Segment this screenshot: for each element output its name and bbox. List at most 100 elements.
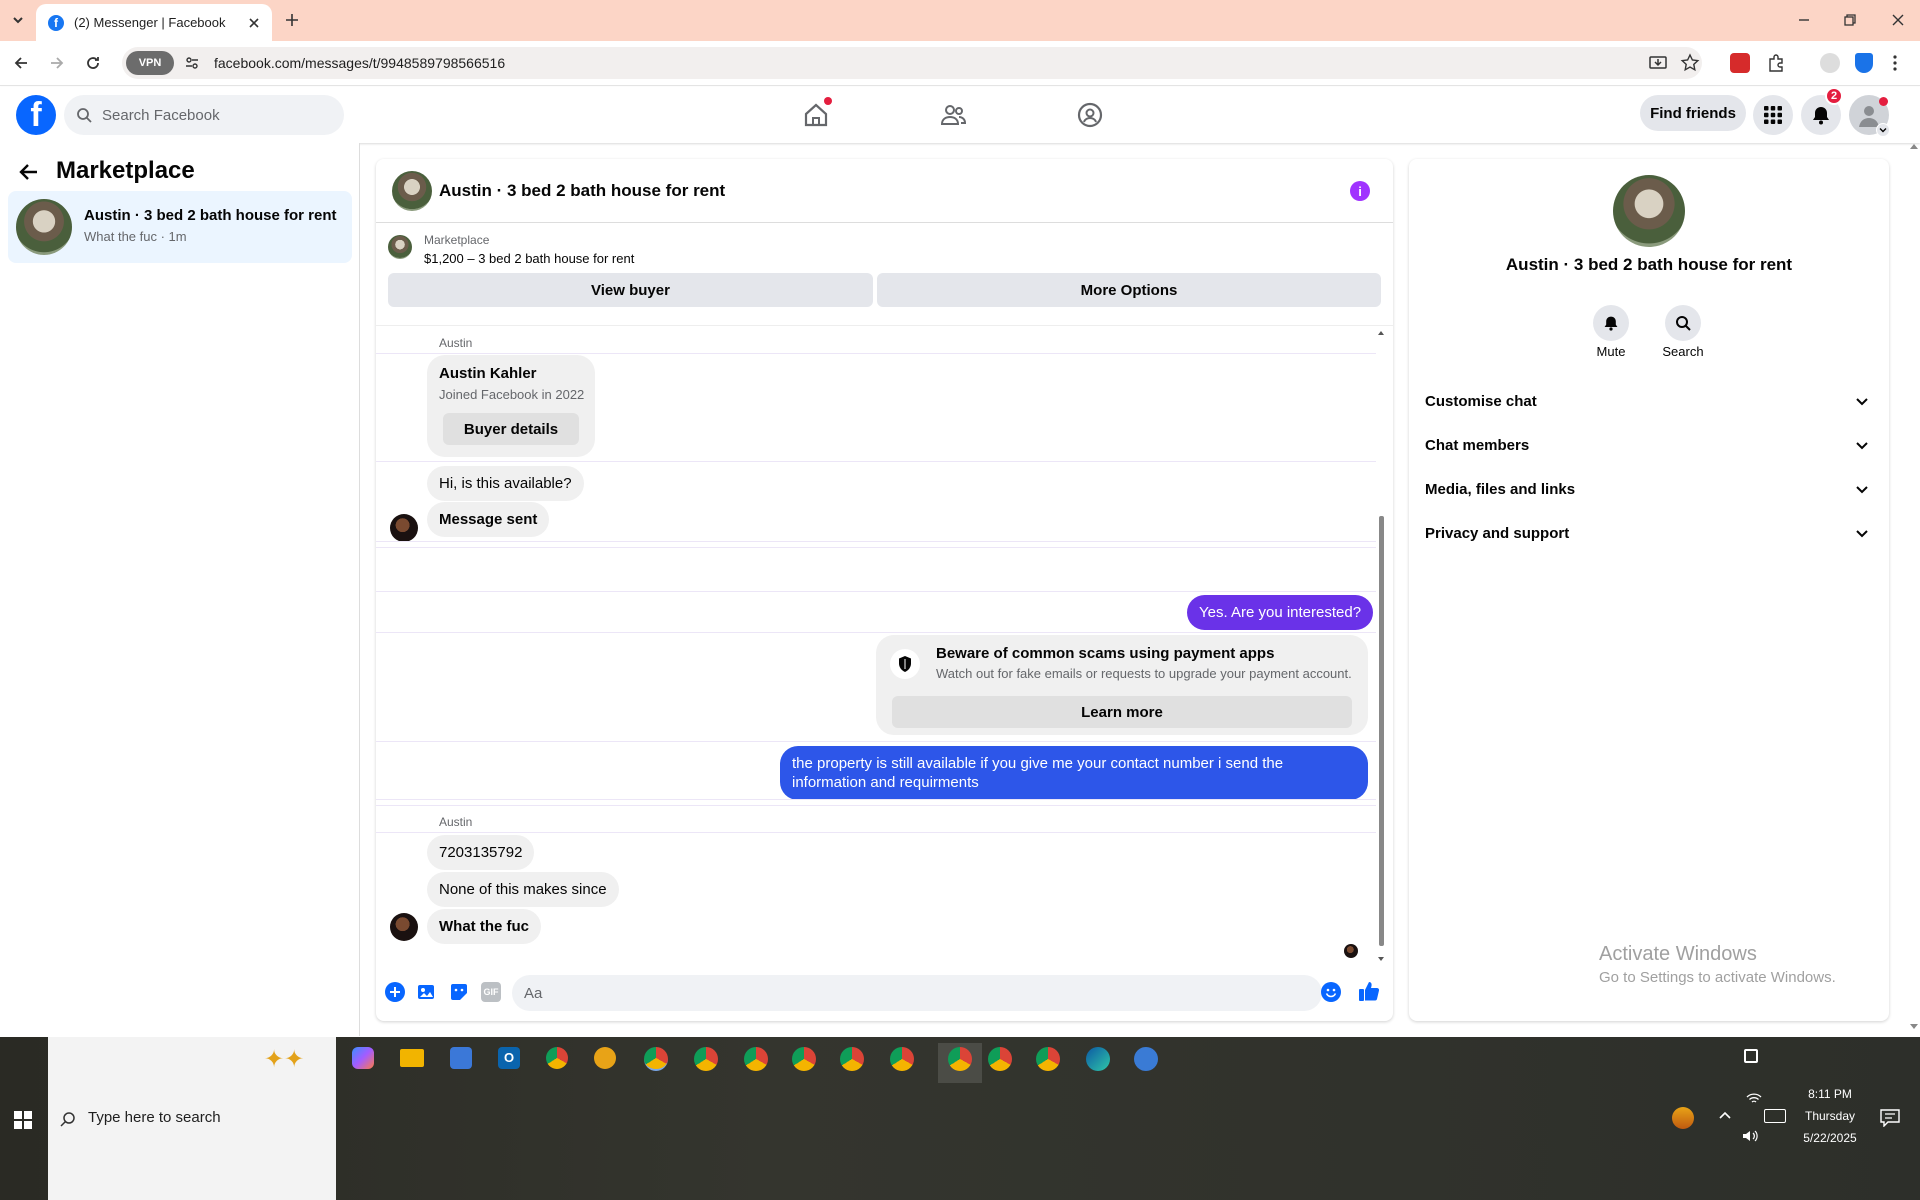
chat-avatar[interactable] xyxy=(392,171,432,211)
message-input[interactable]: Aa xyxy=(512,975,1322,1011)
listing-price-title[interactable]: $1,200 – 3 bed 2 bath house for rent xyxy=(424,251,634,266)
wifi-icon[interactable] xyxy=(1746,1093,1762,1105)
site-settings-icon[interactable] xyxy=(184,55,200,71)
message-list[interactable]: Austin Austin Kahler Joined Facebook in … xyxy=(376,325,1393,965)
add-attachment-icon[interactable] xyxy=(385,982,405,1002)
windows-start-icon[interactable] xyxy=(14,1111,32,1129)
chrome-profile-5-icon[interactable] xyxy=(840,1047,864,1071)
chrome-profile-8-icon[interactable] xyxy=(988,1047,1012,1071)
message-bubble[interactable]: Message sent xyxy=(427,502,550,537)
info-icon[interactable]: i xyxy=(1350,181,1370,201)
forward-icon[interactable] xyxy=(48,54,66,72)
section-customise-chat[interactable]: Customise chat xyxy=(1425,379,1873,423)
section-privacy-support[interactable]: Privacy and support xyxy=(1425,511,1873,555)
meet-now-icon[interactable] xyxy=(1744,1049,1758,1063)
copilot-icon[interactable] xyxy=(352,1047,374,1069)
chrome-profile-3-icon[interactable] xyxy=(744,1047,768,1071)
restore-icon[interactable] xyxy=(1842,12,1858,28)
tab-close-icon[interactable] xyxy=(248,17,260,29)
page-scroll-down-icon[interactable] xyxy=(1910,1022,1918,1030)
bitwarden-shield-icon[interactable] xyxy=(1855,53,1873,73)
find-friends-button[interactable]: Find friends xyxy=(1640,95,1746,131)
extensions-puzzle-icon[interactable] xyxy=(1766,53,1786,73)
gif-icon[interactable]: GIF xyxy=(481,982,501,1002)
message-bubble[interactable]: Hi, is this available? xyxy=(427,466,584,501)
chrome-profile-9-icon[interactable] xyxy=(1036,1047,1060,1071)
search-label[interactable]: Search xyxy=(1653,344,1713,359)
chrome-profile-6-icon[interactable] xyxy=(890,1047,914,1071)
message-bubble[interactable]: What the fuc xyxy=(427,909,541,944)
keyboard-icon[interactable] xyxy=(1764,1109,1786,1123)
clock-time[interactable]: 8:11 PM xyxy=(1792,1087,1868,1101)
browser-tab-messenger[interactable]: f (2) Messenger | Facebook xyxy=(36,4,272,41)
message-scrollbar[interactable] xyxy=(1376,326,1386,966)
photo-icon[interactable] xyxy=(417,982,437,1002)
facebook-logo-icon[interactable]: f xyxy=(16,95,56,135)
profile-icon[interactable] xyxy=(1820,53,1840,73)
section-chat-members[interactable]: Chat members xyxy=(1425,423,1873,467)
chrome-profile-4-icon[interactable] xyxy=(792,1047,816,1071)
my-message-bubble[interactable]: the property is still available if you g… xyxy=(780,746,1368,800)
back-arrow-icon[interactable] xyxy=(18,161,40,183)
buyer-avatar[interactable] xyxy=(390,514,418,542)
clock-day[interactable]: Thursday xyxy=(1792,1109,1868,1123)
back-icon[interactable] xyxy=(12,54,30,72)
sticker-icon[interactable] xyxy=(449,982,469,1002)
account-chevron-icon[interactable] xyxy=(1876,123,1890,137)
minimize-icon[interactable] xyxy=(1796,12,1812,28)
chrome-profile-7-icon[interactable] xyxy=(948,1047,972,1071)
notification-center-icon[interactable] xyxy=(1880,1109,1900,1127)
facebook-search-input[interactable]: Search Facebook xyxy=(64,95,344,135)
like-thumb-icon[interactable] xyxy=(1358,980,1380,1002)
search-in-chat-icon[interactable] xyxy=(1665,305,1701,341)
taskbar-search-box[interactable]: Type here to search ✦✦ xyxy=(48,1037,336,1200)
app-yellow-icon[interactable] xyxy=(594,1047,616,1069)
bookmark-star-icon[interactable] xyxy=(1680,53,1700,73)
mute-label[interactable]: Mute xyxy=(1581,344,1641,359)
install-app-icon[interactable] xyxy=(1648,53,1668,73)
browser-address-bar: VPN facebook.com/messages/t/994858979856… xyxy=(0,41,1920,86)
message-bubble[interactable]: None of this makes since xyxy=(427,872,619,907)
browser-menu-icon[interactable] xyxy=(1892,53,1898,73)
reload-icon[interactable] xyxy=(84,54,102,72)
app-blue-icon[interactable] xyxy=(1134,1047,1158,1071)
nav-home-icon[interactable] xyxy=(796,95,836,135)
my-message-bubble[interactable]: Yes. Are you interested? xyxy=(1187,595,1374,630)
outlook-icon[interactable]: O xyxy=(498,1047,520,1069)
edge-icon[interactable] xyxy=(1086,1047,1110,1071)
extension-red-icon[interactable] xyxy=(1730,53,1750,73)
tab-search-chevron-icon[interactable] xyxy=(10,12,26,28)
volume-icon[interactable] xyxy=(1742,1129,1758,1143)
weather-icon[interactable] xyxy=(1672,1107,1694,1129)
emoji-icon[interactable] xyxy=(1321,982,1341,1002)
browser-tab-strip: f (2) Messenger | Facebook xyxy=(0,0,1920,41)
learn-more-button[interactable]: Learn more xyxy=(892,696,1352,728)
page-scroll-up-icon[interactable] xyxy=(1910,143,1918,151)
vpn-badge[interactable]: VPN xyxy=(126,51,174,75)
nav-groups-icon[interactable] xyxy=(1070,95,1110,135)
new-tab-icon[interactable] xyxy=(284,12,300,28)
view-buyer-button[interactable]: View buyer xyxy=(388,273,873,307)
window-close-icon[interactable] xyxy=(1890,12,1906,28)
nav-friends-icon[interactable] xyxy=(933,95,973,135)
chrome-profile-2-icon[interactable] xyxy=(694,1047,718,1071)
buyer-details-button[interactable]: Buyer details xyxy=(443,413,579,445)
more-options-button[interactable]: More Options xyxy=(877,273,1381,307)
info-title: Austin · 3 bed 2 bath house for rent xyxy=(1505,255,1793,274)
chrome-profile-1-icon[interactable] xyxy=(644,1047,668,1071)
chrome-icon[interactable] xyxy=(546,1047,568,1069)
show-hidden-icons-chevron-icon[interactable] xyxy=(1718,1109,1732,1123)
conversation-item[interactable]: Austin · 3 bed 2 bath house for rent Wha… xyxy=(8,191,352,263)
mute-bell-icon[interactable] xyxy=(1593,305,1629,341)
url-text[interactable]: facebook.com/messages/t/9948589798566516 xyxy=(214,55,505,71)
buyer-avatar[interactable] xyxy=(390,913,418,941)
microsoft-store-icon[interactable] xyxy=(450,1047,472,1069)
message-bubble[interactable]: 7203135792 xyxy=(427,835,535,870)
clock-date[interactable]: 5/22/2025 xyxy=(1792,1131,1868,1145)
url-omnibox[interactable]: VPN facebook.com/messages/t/994858979856… xyxy=(122,47,1702,79)
section-media-files-links[interactable]: Media, files and links xyxy=(1425,467,1873,511)
info-listing-avatar[interactable] xyxy=(1613,175,1685,247)
chat-title[interactable]: Austin · 3 bed 2 bath house for rent xyxy=(439,181,725,201)
menu-grid-icon[interactable] xyxy=(1753,95,1793,135)
file-explorer-icon[interactable] xyxy=(400,1049,424,1067)
